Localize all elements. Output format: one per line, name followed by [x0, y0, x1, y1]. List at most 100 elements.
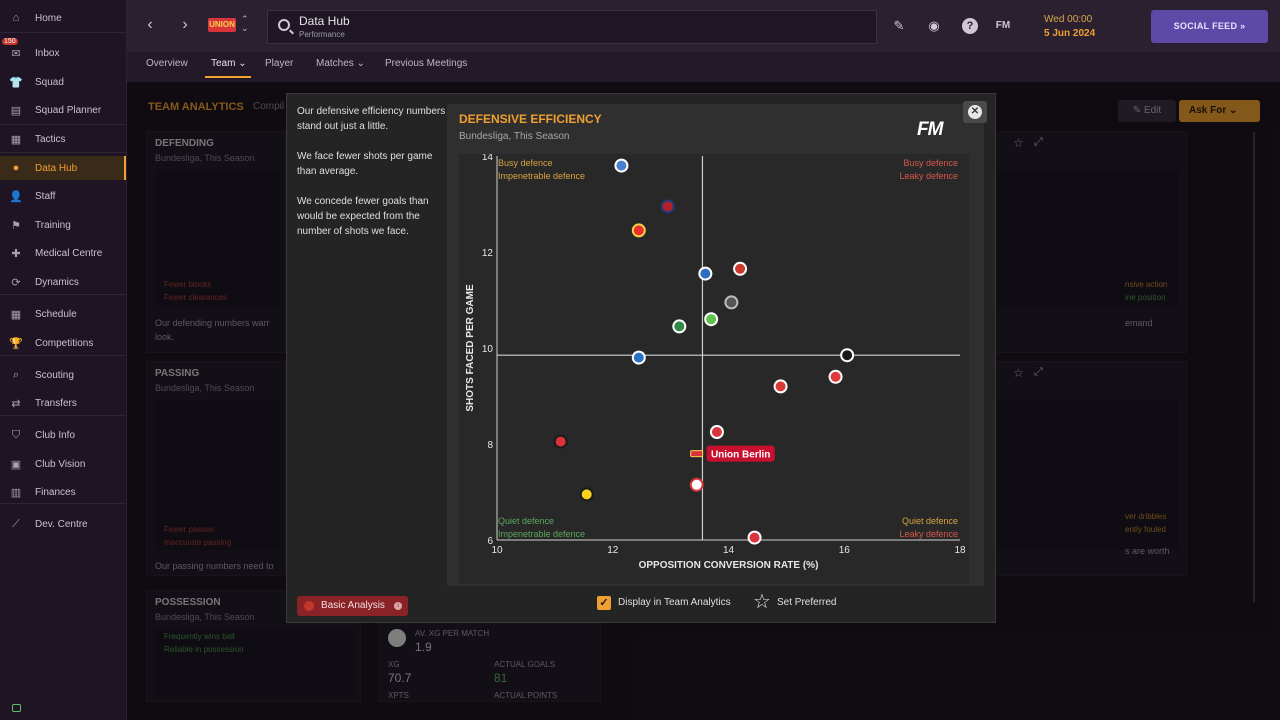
club-crest-inner [749, 532, 760, 543]
y-tick-label: 14 [482, 154, 494, 163]
status-icon[interactable] [12, 704, 21, 712]
chart-subtitle: Bundesliga, This Season [459, 131, 570, 142]
sidebar-item-squad[interactable]: 👕 Squad [0, 70, 126, 94]
sidebar-item-club-info[interactable]: ⛉ Club Info [0, 423, 126, 447]
sidebar-divider [0, 124, 126, 125]
world-icon[interactable]: ◉ [926, 18, 942, 34]
data-hub-icon: ● [12, 162, 20, 174]
sidebar-item-dynamics[interactable]: ⟳ Dynamics [0, 270, 126, 294]
briefcase-icon: ▣ [10, 458, 22, 471]
sidebar-item-scouting[interactable]: ⌕ Scouting [0, 363, 126, 387]
pencil-icon[interactable]: ✎ [891, 18, 907, 34]
top-bar: ‹ › UNION ⌃ ⌄ Data Hub Performance ✎ ◉ ? … [127, 0, 1280, 52]
dynamics-icon: ⟳ [11, 276, 21, 289]
tab-team[interactable]: Team ⌄ [211, 58, 247, 69]
quadrant-label: Impenetrable defence [498, 529, 585, 539]
schedule-icon: ▦ [10, 308, 22, 321]
union-berlin-marker [690, 450, 704, 458]
sidebar-item-tactics[interactable]: ▦ Tactics [0, 127, 126, 151]
sidebar-item-label: Medical Centre [35, 247, 103, 259]
basic-analysis-button[interactable]: Basic Analysis i [297, 596, 408, 616]
quadrant-label: Impenetrable defence [498, 171, 585, 181]
sidebar-item-data-hub[interactable]: ● Data Hub [0, 156, 126, 180]
sidebar-item-club-vision[interactable]: ▣ Club Vision [0, 452, 126, 476]
club-crest-inner [830, 371, 841, 382]
sidebar-item-label: Staff [35, 190, 56, 202]
back-icon[interactable]: ‹ [141, 16, 159, 34]
sidebar-divider [0, 152, 126, 153]
squad-planner-icon: ▤ [10, 104, 22, 117]
y-tick-label: 8 [487, 440, 493, 451]
sidebar-item-staff[interactable]: 👤 Staff [0, 184, 126, 208]
club-crest-inner [633, 225, 644, 236]
sidebar-item-transfers[interactable]: ⇄ Transfers [0, 391, 126, 415]
quadrant-label: Busy defence [903, 158, 958, 168]
club-crest-inner [706, 314, 717, 325]
date-continue[interactable]: Wed 00:00 5 Jun 2024 [1044, 14, 1095, 39]
sidebar-item-finances[interactable]: ▥ Finances [0, 480, 126, 504]
fm-menu-icon[interactable]: FM [995, 18, 1011, 34]
sidebar-item-medical-centre[interactable]: ✚ Medical Centre [0, 241, 126, 265]
club-switch-icon[interactable]: ⌃ ⌄ [241, 15, 249, 33]
chart-panel: DEFENSIVE EFFICIENCY Bundesliga, This Se… [447, 104, 984, 586]
sidebar-item-label: Club Vision [35, 458, 86, 470]
x-tick-label: 10 [491, 545, 503, 556]
sidebar-item-label: Schedule [35, 308, 77, 320]
tab-previous-meetings[interactable]: Previous Meetings [385, 58, 467, 69]
x-tick-label: 16 [839, 545, 851, 556]
date-day: Wed 00:00 [1044, 14, 1093, 25]
social-feed-button[interactable]: SOCIAL FEED » [1151, 10, 1268, 43]
search-bar[interactable]: Data Hub Performance [267, 10, 877, 44]
sidebar-item-label: Competitions [35, 337, 94, 349]
sidebar-item-label: Tactics [35, 133, 66, 145]
tab-matches[interactable]: Matches ⌄ [316, 58, 365, 69]
set-preferred-star-icon[interactable]: ☆ [753, 592, 771, 612]
sidebar-item-label: Data Hub [35, 162, 78, 174]
finances-icon: ▥ [10, 486, 22, 499]
description-line: We face fewer shots per game than averag… [297, 151, 433, 177]
club-badge[interactable]: UNION [208, 18, 236, 32]
tab-underline [205, 76, 251, 78]
forward-icon[interactable]: › [176, 16, 194, 34]
display-in-team-analytics-checkbox[interactable]: ✓ [597, 596, 611, 610]
sidebar-divider [0, 294, 126, 295]
page-title: Data Hub [299, 14, 350, 28]
sidebar-item-competitions[interactable]: 🏆 Competitions [0, 331, 126, 355]
medical-icon: ✚ [11, 247, 21, 260]
help-icon[interactable]: ? [962, 18, 978, 34]
scatter-chart: 10 12 14 16 18 6 8 10 12 14 OPPOSITION CONVERSION … [459, 154, 969, 584]
sidebar: ⌂ Home ✉ Inbox 👕 Squad ▤ Squad Planner ▦ Tactics ●… [0, 0, 127, 720]
sidebar-item-home[interactable]: ⌂ Home [0, 6, 126, 30]
set-preferred-label[interactable]: Set Preferred [777, 597, 836, 608]
sidebar-item-label: Squad [35, 76, 64, 88]
analysis-label: Basic Analysis [321, 600, 385, 611]
x-tick-label: 18 [954, 545, 966, 556]
club-crest-inner [633, 352, 644, 363]
shield-icon: ⛉ [11, 428, 21, 441]
club-crest-inner [555, 436, 566, 447]
close-button[interactable]: ✕ [963, 101, 987, 123]
analysis-description: Our defensive efficiency numbers stand o… [297, 104, 447, 254]
sidebar-item-label: Dev. Centre [35, 518, 88, 530]
sidebar-item-schedule[interactable]: ▦ Schedule [0, 302, 126, 326]
tab-overview[interactable]: Overview [146, 58, 188, 69]
tactics-icon: ▦ [10, 133, 22, 146]
scouting-icon: ⌕ [12, 368, 20, 381]
quadrant-label: Leaky defence [899, 529, 958, 539]
club-crest-inner [700, 268, 711, 279]
club-crest-inner [674, 321, 685, 332]
sidebar-item-squad-planner[interactable]: ▤ Squad Planner [0, 98, 126, 122]
sidebar-item-training[interactable]: ⚑ Training [0, 213, 126, 237]
sidebar-item-label: Club Info [35, 429, 76, 441]
dev-centre-icon: ⟋ [12, 517, 20, 530]
club-crest-inner [581, 489, 592, 500]
info-icon[interactable]: i [394, 602, 402, 610]
y-axis-label: SHOTS FACED PER GAME [465, 284, 476, 412]
fm-logo: FM [917, 119, 943, 140]
sidebar-item-dev-centre[interactable]: ⟋ Dev. Centre [0, 512, 126, 536]
chart-title: DEFENSIVE EFFICIENCY [459, 112, 602, 126]
display-in-team-analytics-label: Display in Team Analytics [618, 597, 731, 608]
sidebar-item-inbox[interactable]: ✉ Inbox [0, 41, 126, 65]
tab-player[interactable]: Player [265, 58, 293, 69]
description-line: We concede fewer goals than would be exp… [297, 196, 429, 237]
